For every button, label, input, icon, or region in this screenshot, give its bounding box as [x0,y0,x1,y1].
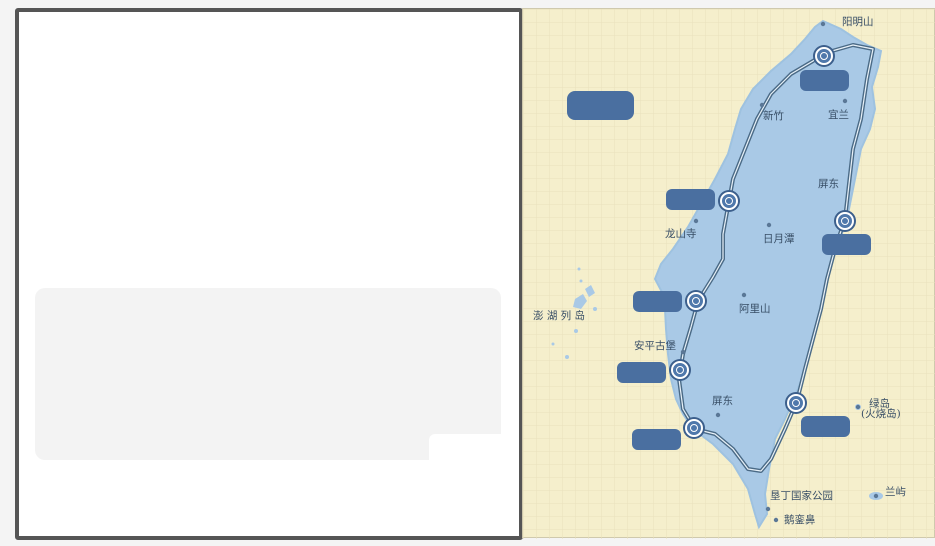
route-badge-7[interactable] [632,429,681,450]
route-stop-1[interactable] [815,47,833,65]
detail-panel [15,8,523,540]
route-stop-2[interactable] [720,192,738,210]
label-anping: 安平古堡 [634,340,676,352]
route-badge-6[interactable] [801,416,850,437]
route-stop-3[interactable] [836,212,854,230]
route-stop-4[interactable] [687,292,705,310]
label-yangmingshan: 阳明山 [842,16,874,28]
route-badge-2[interactable] [666,189,715,210]
label-lanyu: 兰屿 [885,486,906,498]
route-badge-4[interactable] [633,291,682,312]
route-badge-5[interactable] [617,362,666,383]
route-badge-3[interactable] [822,234,871,255]
label-pingdong-east: 屏东 [818,178,839,190]
map-canvas [523,9,935,539]
info-card [35,288,501,460]
label-kenting: 垦丁国家公园 [770,490,833,502]
route-stop-6[interactable] [787,394,805,412]
label-eluanbi: 鹅銮鼻 [784,514,816,526]
label-penghu: 澎 湖 列 岛 [533,310,586,322]
label-longshansi: 龙山寺 [665,228,697,240]
map-panel[interactable]: 阳明山 新竹 宜兰 屏东 龙山寺 日月潭 澎 湖 列 岛 阿里山 安平古堡 屏东… [522,8,935,539]
route-stop-5[interactable] [671,361,689,379]
region-badge-north-west[interactable] [567,91,634,120]
label-riyuetan: 日月潭 [763,233,795,245]
info-card-notch [429,434,501,460]
label-alishan: 阿里山 [739,303,771,315]
label-yilan: 宜兰 [828,109,849,121]
route-stop-7[interactable] [685,419,703,437]
label-xinzhu: 新竹 [763,110,784,122]
label-lvdao-alt: (火烧岛) [861,408,901,420]
label-pingdong-south: 屏东 [712,395,733,407]
route-badge-1[interactable] [800,70,849,91]
